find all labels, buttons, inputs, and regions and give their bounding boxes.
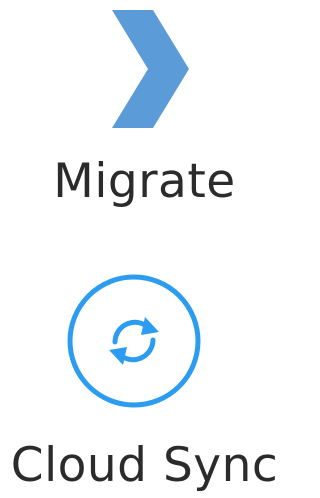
sync-icon xyxy=(67,274,201,408)
cloud-sync-tile[interactable]: Cloud Sync xyxy=(0,260,289,498)
migrate-label: Migrate xyxy=(53,154,236,209)
chevron-right-icon xyxy=(112,10,189,128)
cloud-sync-label: Cloud Sync xyxy=(10,438,279,493)
migrate-tile[interactable]: Migrate xyxy=(0,0,289,230)
